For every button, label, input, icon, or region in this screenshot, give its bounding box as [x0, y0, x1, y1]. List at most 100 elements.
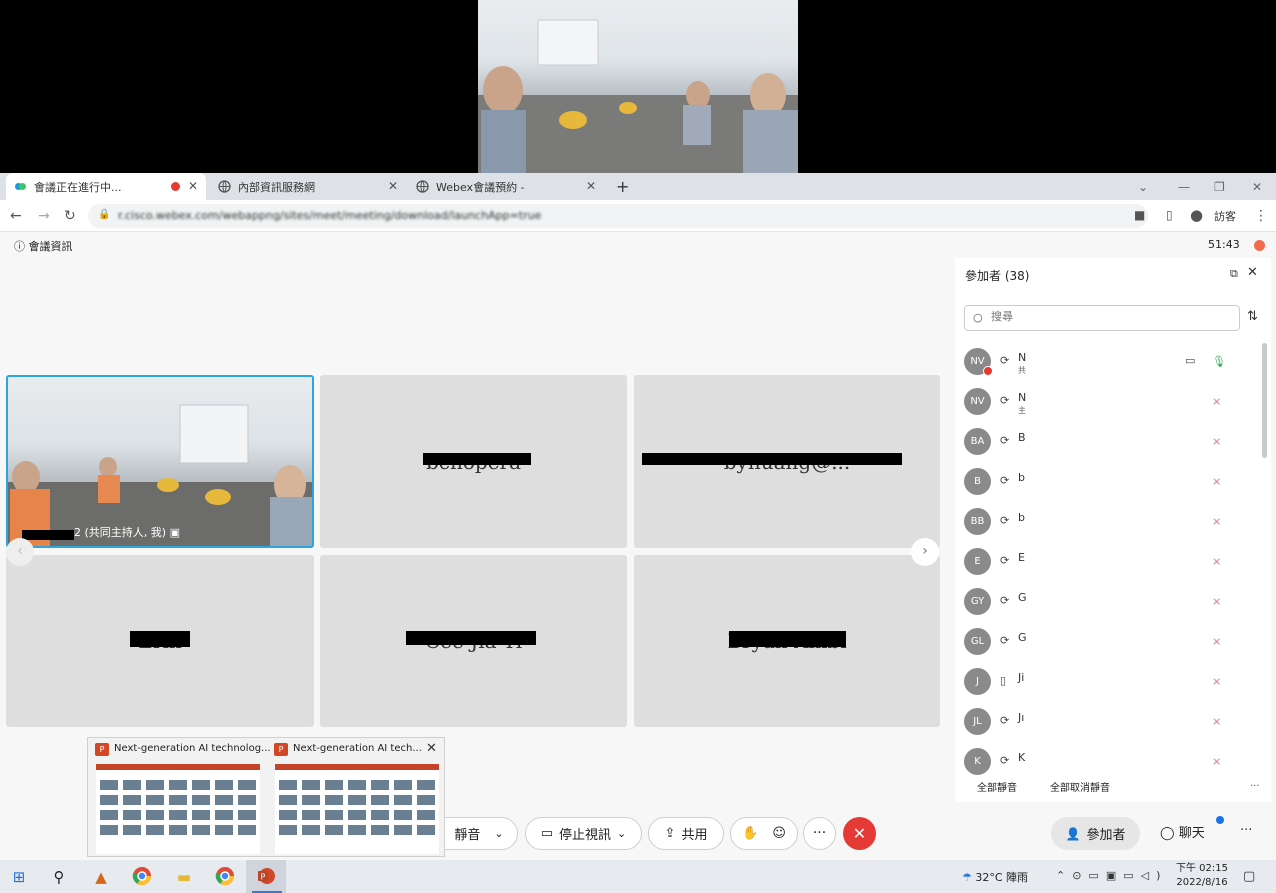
search-icon: ○ — [973, 311, 983, 324]
avatar: B — [964, 468, 991, 495]
panel-title: 參加者 (38) — [965, 269, 1030, 283]
mic-muted-icon: ⨯ — [1212, 675, 1222, 688]
video-tile[interactable]: Cee Jia Yi — [320, 555, 627, 727]
list-item[interactable]: BA ⟳ B ⨯ — [955, 424, 1255, 464]
close-icon[interactable]: ✕ — [388, 179, 398, 193]
profile-label[interactable]: 訪客 — [1214, 208, 1236, 224]
more-options-icon[interactable]: ··· — [1240, 823, 1252, 838]
sort-icon[interactable]: ⇅ — [1247, 309, 1258, 324]
connection-icon: ⟳ — [1000, 634, 1010, 647]
chevron-left-icon[interactable]: ‹ — [6, 538, 34, 566]
tab-title: 內部資訊服務網 — [238, 180, 315, 194]
more-options-button[interactable]: ··· — [803, 817, 836, 850]
participant-name: N — [1018, 351, 1027, 364]
reload-icon[interactable]: ↻ — [64, 208, 76, 224]
camera-permission-icon[interactable]: ■ — [1134, 208, 1145, 222]
emoji-icon: ☺ — [772, 826, 786, 841]
mic-muted-icon: ⨯ — [1212, 395, 1222, 408]
video-icon: ▭ — [1185, 354, 1196, 367]
forward-icon[interactable]: → — [38, 208, 50, 224]
close-icon[interactable]: ✕ — [426, 741, 437, 756]
mic-muted-icon: ⨯ — [1212, 755, 1222, 768]
video-tile[interactable]: Bryan Ambi — [634, 555, 940, 727]
share-button[interactable]: ⇪ 共用 — [648, 817, 724, 850]
video-tile[interactable]: byhuang@... — [634, 375, 940, 548]
video-tile[interactable]: Erin — [6, 555, 314, 727]
minimize-icon[interactable]: — — [1178, 173, 1190, 200]
list-item[interactable]: NV ⟳ N 共 ▭ 🎙 — [955, 344, 1255, 384]
tab-intranet[interactable]: 內部資訊服務網 ✕ — [210, 173, 406, 200]
participant-name: Ji — [1018, 671, 1025, 684]
clock[interactable]: 下午 02:15 2022/8/16 — [1176, 862, 1228, 890]
participant-search[interactable]: ○ — [964, 305, 1240, 331]
avatar: NV — [964, 388, 991, 415]
close-icon[interactable]: ✕ — [586, 179, 596, 193]
window-preview[interactable]: P Next-generation AI technolog... — [88, 738, 271, 858]
windows-start-icon[interactable]: ⊞ — [8, 866, 30, 888]
name-redaction — [130, 631, 190, 647]
slide-grid — [100, 780, 256, 835]
chat-button[interactable]: ◯ 聊天 — [1160, 822, 1205, 841]
self-tile-label: 2 (共同主持人, 我) ▣ — [74, 526, 180, 539]
notification-icon[interactable]: ▢ — [1243, 869, 1255, 884]
chevron-right-icon[interactable]: › — [911, 538, 939, 566]
mic-muted-icon: ⨯ — [1212, 555, 1222, 568]
participant-list: NV ⟳ N 共 ▭ 🎙 NV ⟳ N 主 ⨯ BA ⟳ B ⨯ B ⟳ b ⨯… — [955, 344, 1255, 784]
back-icon[interactable]: ← — [10, 208, 22, 224]
popout-icon[interactable]: ⧉ — [1230, 267, 1238, 281]
unmute-all-button[interactable]: 全部取消靜音 — [1050, 779, 1110, 794]
tab-meeting[interactable]: 會議正在進行中... ✕ — [6, 173, 206, 200]
svg-text:P: P — [261, 873, 266, 882]
mute-all-button[interactable]: 全部靜音 — [977, 779, 1017, 794]
taskbar-preview-popup: P Next-generation AI technolog... P Next… — [87, 737, 445, 857]
list-item[interactable]: K ⟳ K ⨯ — [955, 744, 1255, 784]
chrome-icon[interactable] — [214, 866, 236, 888]
list-item[interactable]: JL ⟳ Jı ⨯ — [955, 704, 1255, 744]
profile-icon[interactable]: ● — [1190, 206, 1203, 224]
scrollbar[interactable] — [1262, 343, 1267, 458]
powerpoint-icon[interactable]: P — [255, 866, 277, 888]
list-item[interactable]: J ▯ Ji ⨯ — [955, 664, 1255, 704]
browser-tab-bar: 會議正在進行中... ✕ 內部資訊服務網 ✕ Webex會議預約 - ✕ + — [0, 173, 1276, 200]
window-close-icon[interactable]: ✕ — [1252, 173, 1262, 200]
new-tab-button[interactable]: + — [608, 173, 636, 200]
menu-icon[interactable]: ⋮ — [1254, 208, 1268, 224]
name-redaction — [729, 631, 846, 647]
tab-search-icon[interactable]: ⌄ — [1138, 173, 1148, 200]
participants-button[interactable]: 👤 參加者 — [1051, 817, 1140, 850]
close-icon[interactable]: ✕ — [188, 179, 198, 193]
list-item[interactable]: GY ⟳ G ⨯ — [955, 584, 1255, 624]
weather-widget[interactable]: ☂ 32°C 陣雨 — [962, 869, 1028, 885]
list-item[interactable]: NV ⟳ N 主 ⨯ — [955, 384, 1255, 424]
participant-name: K — [1018, 751, 1026, 764]
url-field[interactable]: 🔒 r.cisco.webex.com/webappng/sites/meet/… — [88, 204, 1148, 228]
chrome-icon[interactable] — [131, 866, 153, 888]
list-item[interactable]: BB ⟳ b ⨯ — [955, 504, 1255, 544]
name-redaction — [642, 453, 902, 465]
participant-name: E — [1018, 551, 1025, 564]
sidepanel-icon[interactable]: ▯ — [1166, 208, 1173, 222]
meeting-info-button[interactable]: ⓘ 會議資訊 — [14, 238, 73, 254]
maximize-icon[interactable]: ❐ — [1214, 173, 1225, 200]
reactions-button[interactable]: ✋ ☺ — [730, 817, 798, 850]
stop-video-button[interactable]: ▭ 停止視訊 ⌄ — [525, 817, 642, 850]
video-tile[interactable]: bchopera — [320, 375, 627, 548]
matlab-icon[interactable]: ▲ — [90, 866, 112, 888]
window-preview[interactable]: P Next-generation AI tech... — [267, 738, 445, 858]
tab-title: 會議正在進行中... — [34, 180, 122, 194]
tab-webex-booking[interactable]: Webex會議預約 - ✕ — [408, 173, 604, 200]
slide-grid — [279, 780, 435, 835]
leave-meeting-button[interactable]: ✕ — [843, 817, 876, 850]
search-input[interactable] — [991, 310, 1231, 323]
system-tray[interactable]: ⌃⊙▭▣▭◁) — [1056, 869, 1167, 882]
connection-icon: ⟳ — [1000, 514, 1010, 527]
self-video-tile[interactable]: 2 (共同主持人, 我) ▣ — [6, 375, 314, 548]
list-item[interactable]: E ⟳ E ⨯ — [955, 544, 1255, 584]
file-explorer-icon[interactable]: ▬ — [173, 866, 195, 888]
list-item[interactable]: GL ⟳ G ⨯ — [955, 624, 1255, 664]
name-redaction — [423, 453, 531, 465]
search-icon[interactable]: ⚲ — [48, 866, 70, 888]
more-options-icon[interactable]: ... — [1250, 778, 1260, 789]
close-icon[interactable]: ✕ — [1247, 265, 1258, 280]
list-item[interactable]: B ⟳ b ⨯ — [955, 464, 1255, 504]
